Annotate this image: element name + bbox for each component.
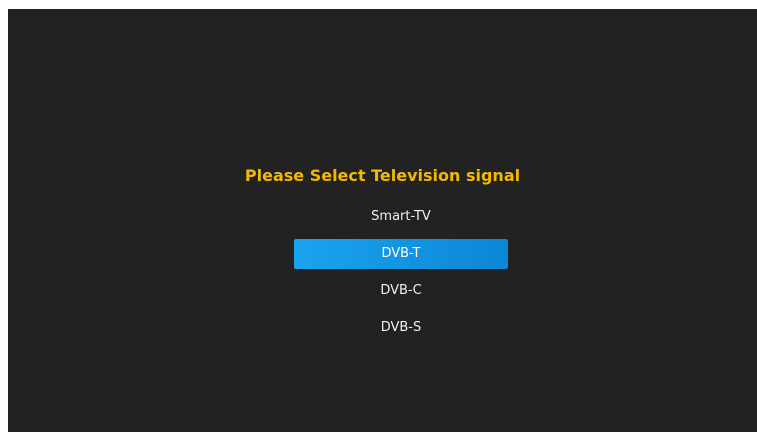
page-title: Please Select Television signal — [244, 166, 521, 185]
signal-option-dvb-s[interactable]: DVB-S — [294, 313, 508, 343]
signal-option-list: Smart-TV DVB-T DVB-C DVB-S — [294, 202, 508, 350]
signal-option-dvb-t[interactable]: DVB-T — [294, 239, 508, 269]
tv-screen: Please Select Television signal Smart-TV… — [8, 9, 757, 432]
signal-option-dvb-c[interactable]: DVB-C — [294, 276, 508, 306]
signal-option-smart-tv[interactable]: Smart-TV — [294, 202, 508, 232]
